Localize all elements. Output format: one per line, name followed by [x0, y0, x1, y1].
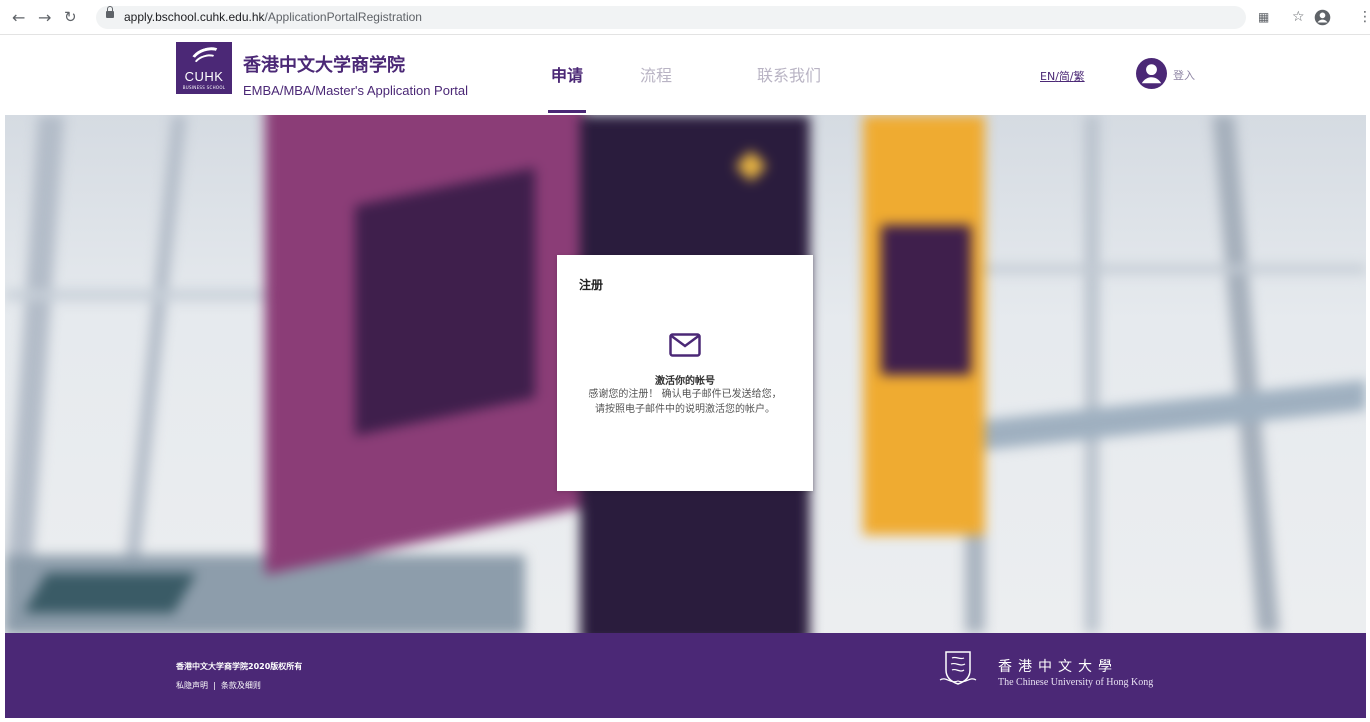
cuhk-logo[interactable]: CUHK BUSINESS SCHOOL	[176, 42, 232, 94]
translate-icon[interactable]: ▦	[1258, 0, 1269, 35]
mail-icon	[669, 333, 701, 357]
registration-card: 注册 激活你的帐号 感谢您的注册！ 确认电子邮件已发送给您，请按照电子邮件中的说…	[557, 255, 813, 491]
browser-toolbar: ← → ↻ apply.bschool.cuhk.edu.hk/Applicat…	[0, 0, 1370, 35]
nav-tab-apply[interactable]: 申请	[551, 62, 583, 86]
reload-icon[interactable]: ↻	[64, 0, 77, 35]
url-text[interactable]: apply.bschool.cuhk.edu.hk/ApplicationPor…	[124, 6, 422, 29]
footer-separator: |	[213, 681, 216, 690]
nav-tab-contact[interactable]: 联系我们	[757, 62, 821, 86]
language-switcher: EN/简/繁	[1040, 70, 1085, 83]
lang-simplified-link[interactable]: 简	[1059, 70, 1070, 83]
university-name-en: The Chinese University of Hong Kong	[998, 677, 1154, 688]
site-header: CUHK BUSINESS SCHOOL 香港中文大学商学院 EMBA/MBA/…	[0, 35, 1370, 115]
profile-icon[interactable]	[1314, 9, 1331, 26]
lock-icon	[106, 6, 114, 18]
logo-text: CUHK	[184, 69, 224, 84]
lang-en-link[interactable]: EN	[1040, 70, 1055, 83]
forward-icon[interactable]: →	[38, 0, 51, 35]
logo-subtext: BUSINESS SCHOOL	[182, 85, 226, 90]
menu-kebab-icon[interactable]: ⋮	[1358, 0, 1370, 35]
card-title: 注册	[579, 278, 604, 292]
active-tab-indicator	[548, 110, 586, 113]
nav-tab-process[interactable]: 流程	[640, 62, 672, 86]
user-account-icon[interactable]	[1136, 58, 1167, 89]
copyright-text: 香港中文大学商学院2020版权所有	[176, 662, 303, 671]
footer-links: 私隐声明 | 条款及细则	[176, 680, 261, 691]
activation-message: 感谢您的注册！ 确认电子邮件已发送给您，请按照电子邮件中的说明激活您的帐户。	[588, 389, 782, 415]
university-seal-icon	[939, 651, 977, 685]
bookmark-star-icon[interactable]: ☆	[1292, 0, 1305, 35]
privacy-link[interactable]: 私隐声明	[176, 681, 208, 690]
university-name-zh: 香港中文大學	[998, 659, 1118, 675]
address-bar[interactable]: apply.bschool.cuhk.edu.hk/ApplicationPor…	[96, 6, 1246, 29]
brand-title-zh: 香港中文大学商学院	[243, 55, 405, 76]
back-icon[interactable]: ←	[12, 0, 25, 35]
brand-subtitle-en: EMBA/MBA/Master's Application Portal	[243, 83, 469, 98]
activation-heading: 激活你的帐号	[655, 376, 715, 387]
lang-traditional-link[interactable]: 繁	[1074, 70, 1085, 83]
login-link[interactable]: 登入	[1173, 67, 1195, 83]
site-footer: 香港中文大学商学院2020版权所有 私隐声明 | 条款及细则 香港中文大學 Th…	[5, 633, 1366, 718]
terms-link[interactable]: 条款及细则	[221, 681, 261, 690]
bottom-edge	[0, 718, 1370, 722]
